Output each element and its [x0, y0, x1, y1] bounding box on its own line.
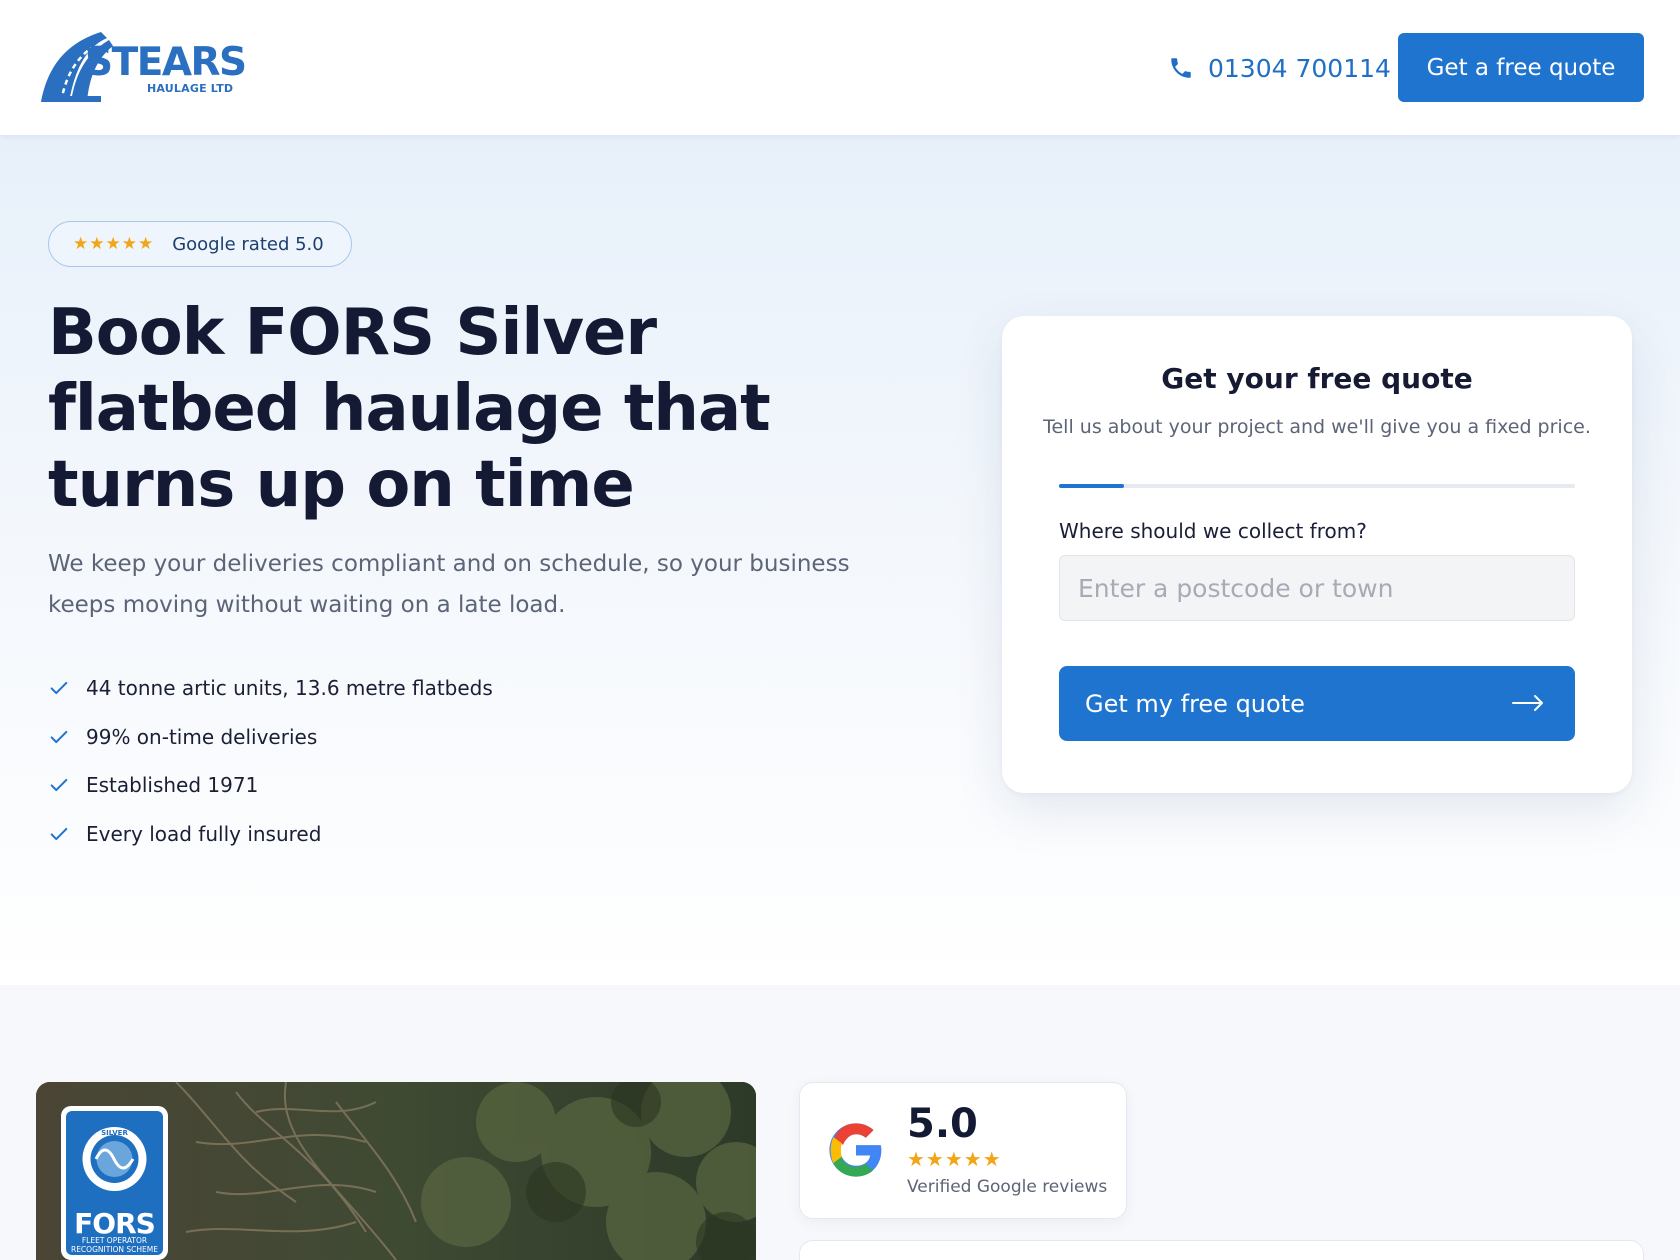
phone-number: 01304 700114 [1208, 53, 1391, 83]
check-icon [50, 730, 68, 743]
phone-link[interactable]: 01304 700114 [1168, 48, 1391, 88]
review-stars: ★★★★★ [907, 1147, 1002, 1171]
rating-label: Google rated 5.0 [172, 233, 324, 255]
collect-from-label: Where should we collect from? [1059, 519, 1367, 543]
check-icon [50, 779, 68, 792]
feature-text: 99% on-time deliveries [86, 724, 318, 749]
fors-emblem-icon: SILVER [82, 1127, 147, 1191]
collect-from-input[interactable] [1059, 555, 1575, 621]
get-free-quote-button[interactable]: Get a free quote [1398, 33, 1644, 102]
rating-stars: ★★★★★ [73, 234, 155, 254]
feature-item: 44 tonne artic units, 13.6 metre flatbed… [48, 664, 493, 713]
review-label: Verified Google reviews [907, 1177, 1108, 1197]
logo-wordmark: STEARS [85, 40, 247, 85]
fors-silver-badge: SILVER FORS FLEET OPERATOR RECOGNITION S… [61, 1106, 168, 1260]
google-rating-badge: ★★★★★ Google rated 5.0 [48, 221, 352, 267]
check-icon [50, 682, 68, 695]
form-progress-fill [1059, 484, 1124, 488]
quote-form-subtitle: Tell us about your project and we'll giv… [1043, 416, 1591, 438]
feature-item: Every load fully insured [48, 810, 493, 859]
fors-badge-caption: FLEET OPERATOR RECOGNITION SCHEME [66, 1236, 163, 1254]
feature-text: 44 tonne artic units, 13.6 metre flatbed… [86, 676, 493, 701]
check-icon [50, 827, 68, 840]
hero-title: Book FORS Silver flatbed haulage that tu… [48, 296, 771, 522]
hero-subtitle: We keep your deliveries compliant and on… [48, 551, 850, 618]
quote-form-title: Get your free quote [1161, 362, 1473, 395]
feature-item: Established 1971 [48, 761, 493, 810]
logo-subtitle: HAULAGE LTD [147, 82, 234, 95]
google-logo-icon [829, 1123, 882, 1177]
feature-text: Established 1971 [86, 773, 259, 798]
fors-badge-top-text: SILVER [101, 1129, 128, 1137]
feature-text: Every load fully insured [86, 821, 322, 846]
fors-caption-line1: FLEET OPERATOR [81, 1236, 148, 1245]
stears-logo[interactable]: STEARS HAULAGE LTD [41, 30, 247, 104]
google-reviews-card[interactable]: 5.0 ★★★★★ Verified Google reviews [799, 1082, 1127, 1219]
submit-button-label: Get my free quote [1085, 689, 1305, 718]
form-progress-bar [1059, 484, 1575, 488]
next-card [799, 1240, 1644, 1260]
site-header: STEARS HAULAGE LTD 01304 700114 Get a fr… [0, 0, 1680, 135]
quote-form-card: Get your free quote Tell us about your p… [1002, 316, 1632, 793]
review-score: 5.0 [907, 1101, 978, 1147]
arrow-right-icon [1512, 695, 1543, 711]
feature-list: 44 tonne artic units, 13.6 metre flatbed… [48, 664, 493, 858]
phone-icon [1171, 58, 1191, 78]
feature-item: 99% on-time deliveries [48, 713, 493, 762]
get-my-free-quote-button[interactable]: Get my free quote [1059, 666, 1575, 741]
fors-caption-line2: RECOGNITION SCHEME [70, 1245, 158, 1254]
fors-badge-inner: SILVER FORS FLEET OPERATOR RECOGNITION S… [66, 1111, 163, 1255]
